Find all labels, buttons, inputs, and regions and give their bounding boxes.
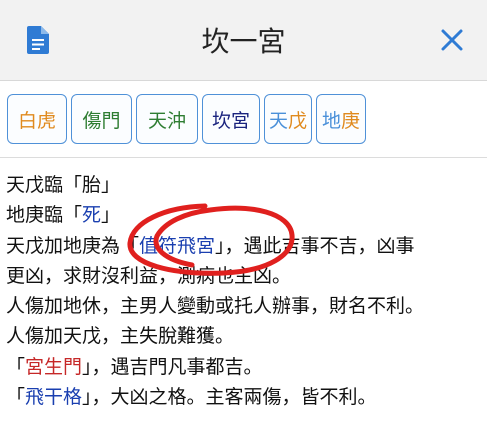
text-line: 更凶，求財沒利益，測病也主凶。 [6, 261, 482, 291]
text-line: 「飛干格」，大凶之格。主客兩傷，皆不利。 [6, 382, 482, 412]
text-segment: 更凶，求財沒利益，測病也主凶。 [6, 264, 292, 287]
highlight-term: 飛干格 [25, 386, 83, 409]
text-line: 地庚臨「死」 [6, 200, 482, 230]
text-segment: 天戊臨「胎」 [6, 174, 121, 196]
text-line: 人傷加天戊，主失脫難獲。 [6, 321, 482, 351]
text-segment: 」 [101, 204, 121, 227]
chip-label: 傷門 [82, 109, 121, 132]
page-title: 坎一宮 [201, 25, 286, 58]
chip-label: 坎宮 [211, 109, 250, 132]
chip-label-part: 天 [268, 109, 288, 132]
chip-label: 天沖 [147, 109, 186, 132]
text-line: 天戊臨「胎」 [6, 170, 482, 200]
text-segment: 人傷加天戊，主失脫難獲。 [6, 325, 235, 348]
text-line: 人傷加地休，主男人變動或托人辦事，財名不利。 [6, 291, 482, 321]
text-segment: 」，遇此吉事不吉，凶事 [215, 234, 415, 257]
text-segment: 「 [6, 355, 26, 378]
highlight-term: 宮生門 [25, 355, 83, 378]
chip-tianchong[interactable]: 天沖 [136, 94, 198, 144]
text-line: 「宮生門」，遇吉門凡事都吉。 [6, 352, 482, 382]
close-icon[interactable] [440, 28, 464, 52]
divider [0, 157, 487, 158]
chip-shangmen[interactable]: 傷門 [71, 94, 132, 144]
text-segment: 「 [6, 386, 26, 409]
palace-chips: 白虎 傷門 天沖 坎宮 天戊 地庚 [7, 94, 366, 144]
chip-label-part: 地 [321, 109, 341, 132]
chip-label-part: 庚 [341, 109, 361, 132]
highlight-term: 死 [82, 204, 102, 227]
text-segment: 天戊加地庚為「 [6, 234, 140, 257]
reading-text: 天戊臨「胎」 地庚臨「死」 天戊加地庚為「值符飛宮」，遇此吉事不吉，凶事 更凶，求財沒… [6, 170, 482, 412]
chip-label-part: 戊 [288, 109, 308, 132]
text-segment: 地庚臨「 [6, 204, 83, 227]
chip-tianwu[interactable]: 天戊 [264, 94, 312, 144]
text-segment: 」，遇吉門凡事都吉。 [82, 355, 263, 378]
text-segment: 」，大凶之格。主客兩傷，皆不利。 [82, 386, 377, 409]
text-line: 天戊加地庚為「值符飛宮」，遇此吉事不吉，凶事 [6, 231, 482, 261]
chip-digeng[interactable]: 地庚 [316, 94, 366, 144]
highlight-term: 值符飛宮 [139, 234, 216, 257]
text-segment: 人傷加地休，主男人變動或托人辦事，財名不利。 [6, 295, 425, 318]
chip-label: 白虎 [17, 109, 56, 132]
chip-kangong[interactable]: 坎宮 [202, 94, 260, 144]
chip-baihu[interactable]: 白虎 [7, 94, 67, 144]
app-header: 坎一宮 [0, 0, 487, 81]
